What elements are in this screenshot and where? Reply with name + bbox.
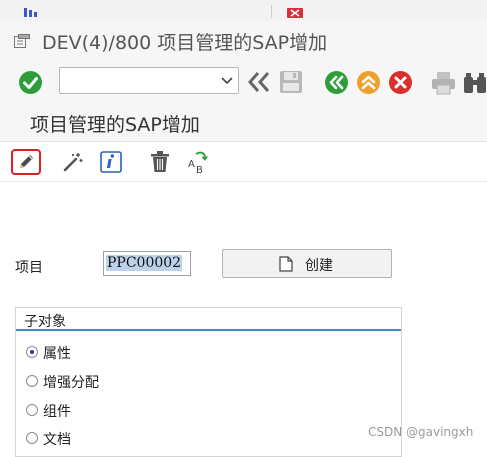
window-title: DEV(4)/800 项目管理的SAP增加	[42, 32, 328, 54]
application-toolbar: A B	[0, 141, 487, 182]
pencil-icon	[20, 155, 33, 168]
cancel-icon[interactable]	[388, 70, 413, 95]
create-button-label: 创建	[305, 258, 333, 274]
radio-button-selected[interactable]	[26, 346, 38, 358]
find-icon[interactable]	[463, 71, 487, 95]
green-check-icon[interactable]	[18, 70, 43, 95]
subobjects-group: 子对象 属性 增强分配 组件 文档	[15, 307, 402, 457]
command-input[interactable]	[64, 71, 218, 92]
radio-label: 属性	[43, 346, 71, 362]
create-button[interactable]: 创建	[222, 249, 392, 278]
double-chevron-left-icon[interactable]	[247, 71, 271, 93]
radio-selected-dot	[30, 350, 34, 354]
chevron-down-icon[interactable]	[221, 76, 233, 85]
tab-divider	[271, 5, 272, 18]
radio-label: 增强分配	[43, 375, 99, 391]
radio-label: 组件	[43, 404, 71, 420]
magic-wand-icon[interactable]	[62, 151, 84, 173]
radio-button[interactable]	[26, 375, 38, 387]
trash-icon[interactable]	[149, 150, 171, 174]
project-label: 项目	[15, 260, 43, 276]
back-icon[interactable]	[324, 70, 349, 95]
svg-text:B: B	[196, 165, 203, 174]
subobjects-title: 子对象	[24, 314, 66, 330]
radio-label: 文档	[43, 432, 71, 448]
screen-title: 项目管理的SAP增加	[30, 114, 200, 136]
save-icon[interactable]	[279, 70, 303, 94]
exit-icon[interactable]	[356, 70, 381, 95]
app-tab-icon[interactable]	[24, 8, 38, 17]
project-value[interactable]: PPC00002	[106, 255, 183, 271]
red-tab-icon[interactable]	[287, 8, 303, 18]
window-menu-icon[interactable]	[14, 34, 30, 48]
edit-button[interactable]	[11, 149, 41, 175]
radio-button[interactable]	[26, 404, 38, 416]
screen-header: 项目管理的SAP增加	[0, 105, 487, 141]
print-icon[interactable]	[431, 71, 456, 95]
svg-text:A: A	[188, 159, 195, 170]
window-title-bar: DEV(4)/800 项目管理的SAP增加	[0, 21, 487, 59]
group-title-rule	[16, 329, 401, 331]
radio-button[interactable]	[26, 432, 38, 444]
os-tab-strip	[0, 0, 487, 22]
command-field[interactable]	[59, 67, 239, 94]
new-document-icon	[279, 256, 293, 272]
project-field[interactable]: PPC00002	[103, 251, 191, 276]
info-icon[interactable]	[100, 151, 122, 173]
watermark: CSDN @gavingxh	[368, 425, 474, 439]
system-toolbar	[0, 59, 487, 105]
rename-icon[interactable]: A B	[187, 150, 209, 174]
